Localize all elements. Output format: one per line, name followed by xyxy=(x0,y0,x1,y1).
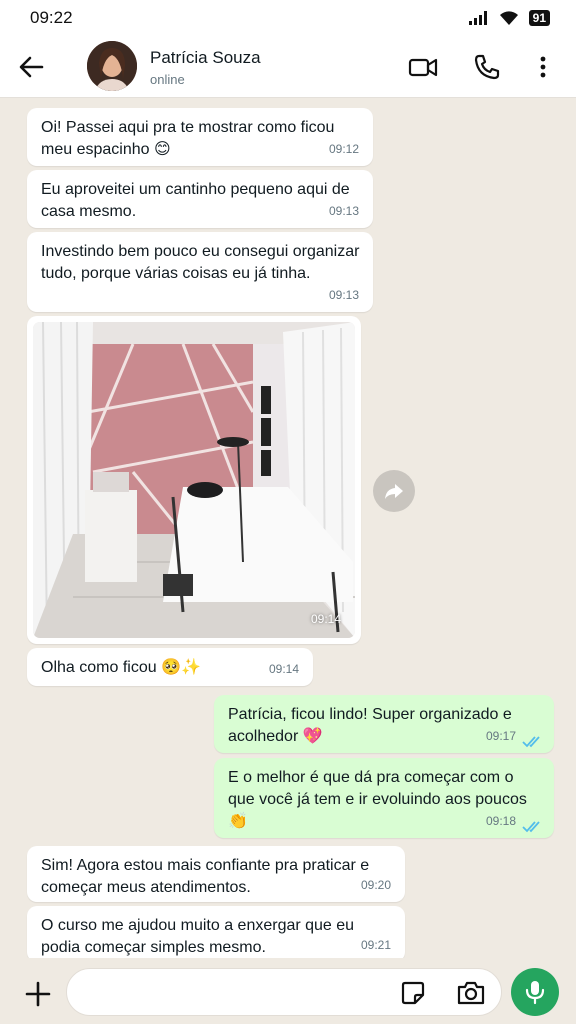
camera-icon[interactable] xyxy=(456,980,486,1006)
status-time: 09:22 xyxy=(30,8,73,27)
message-input[interactable] xyxy=(66,968,502,1016)
mic-icon xyxy=(525,981,545,1005)
forward-button[interactable] xyxy=(373,470,415,512)
message-time: 09:21 xyxy=(360,938,391,952)
message-text: E o melhor é que dá pra começar com o qu… xyxy=(228,769,527,830)
message-time: 09:14 xyxy=(310,612,341,626)
avatar[interactable] xyxy=(87,41,137,91)
message-text: Investindo bem pouco eu consegui organiz… xyxy=(41,243,360,282)
contact-status: online xyxy=(150,72,185,87)
message-text: O curso me ajudou muito a enxergar que e… xyxy=(41,917,355,956)
contact-name: Patrícia Souza xyxy=(150,48,261,67)
more-vert-icon[interactable] xyxy=(528,52,558,82)
message-incoming[interactable]: Sim! Agora estou mais confiante pra prat… xyxy=(27,846,405,902)
message-incoming[interactable]: Olha como ficou 🥺✨ 09:14 xyxy=(27,648,313,686)
room-photo[interactable]: 09:14 xyxy=(33,322,355,638)
message-time: 09:12 xyxy=(328,142,359,156)
message-incoming[interactable]: Oi! Passei aqui pra te mostrar como fico… xyxy=(27,108,373,166)
read-ticks-icon xyxy=(522,736,540,748)
sticker-icon[interactable] xyxy=(400,980,426,1006)
message-time: 09:20 xyxy=(360,878,391,892)
read-ticks-icon xyxy=(522,821,540,833)
message-time: 09:18 xyxy=(485,814,516,828)
message-incoming[interactable]: O curso me ajudou muito a enxergar que e… xyxy=(27,906,405,962)
message-text: Olha como ficou 🥺✨ xyxy=(41,659,201,676)
message-text: Eu aproveitei um cantinho pequeno aqui d… xyxy=(41,181,350,220)
wifi-icon xyxy=(499,10,518,25)
message-time: 09:14 xyxy=(268,662,299,676)
status-bar: 09:22 91 xyxy=(0,0,576,36)
signal-icon xyxy=(468,11,487,25)
avatar-image xyxy=(87,41,137,91)
message-incoming[interactable]: Investindo bem pouco eu consegui organiz… xyxy=(27,232,373,312)
message-text: Patrícia, ficou lindo! Super organizado … xyxy=(228,706,512,745)
chat-header: Patrícia Souza online xyxy=(0,36,576,98)
back-arrow-icon[interactable] xyxy=(16,52,46,82)
status-icons: 91 xyxy=(468,10,550,26)
message-text: Sim! Agora estou mais confiante pra prat… xyxy=(41,857,370,896)
message-text: Oi! Passei aqui pra te mostrar como fico… xyxy=(41,119,335,158)
message-image[interactable]: 09:14 xyxy=(27,316,361,644)
message-incoming[interactable]: Eu aproveitei um cantinho pequeno aqui d… xyxy=(27,170,373,228)
video-call-icon[interactable] xyxy=(408,52,438,82)
chat-area[interactable]: Oi! Passei aqui pra te mostrar como fico… xyxy=(0,98,576,962)
contact-info[interactable]: Patrícia Souza online xyxy=(150,48,261,87)
message-time: 09:17 xyxy=(485,729,516,743)
message-time: 09:13 xyxy=(328,204,359,218)
mic-button[interactable] xyxy=(511,968,559,1016)
message-outgoing[interactable]: Patrícia, ficou lindo! Super organizado … xyxy=(214,695,554,753)
message-time: 09:13 xyxy=(328,288,359,302)
room-photo-illustration xyxy=(33,322,355,638)
message-outgoing[interactable]: E o melhor é que dá pra começar com o qu… xyxy=(214,758,554,838)
phone-icon[interactable] xyxy=(472,52,502,82)
forward-icon xyxy=(385,484,403,499)
input-bar xyxy=(0,958,576,1024)
battery-icon: 91 xyxy=(528,10,550,26)
plus-icon[interactable] xyxy=(24,980,52,1008)
